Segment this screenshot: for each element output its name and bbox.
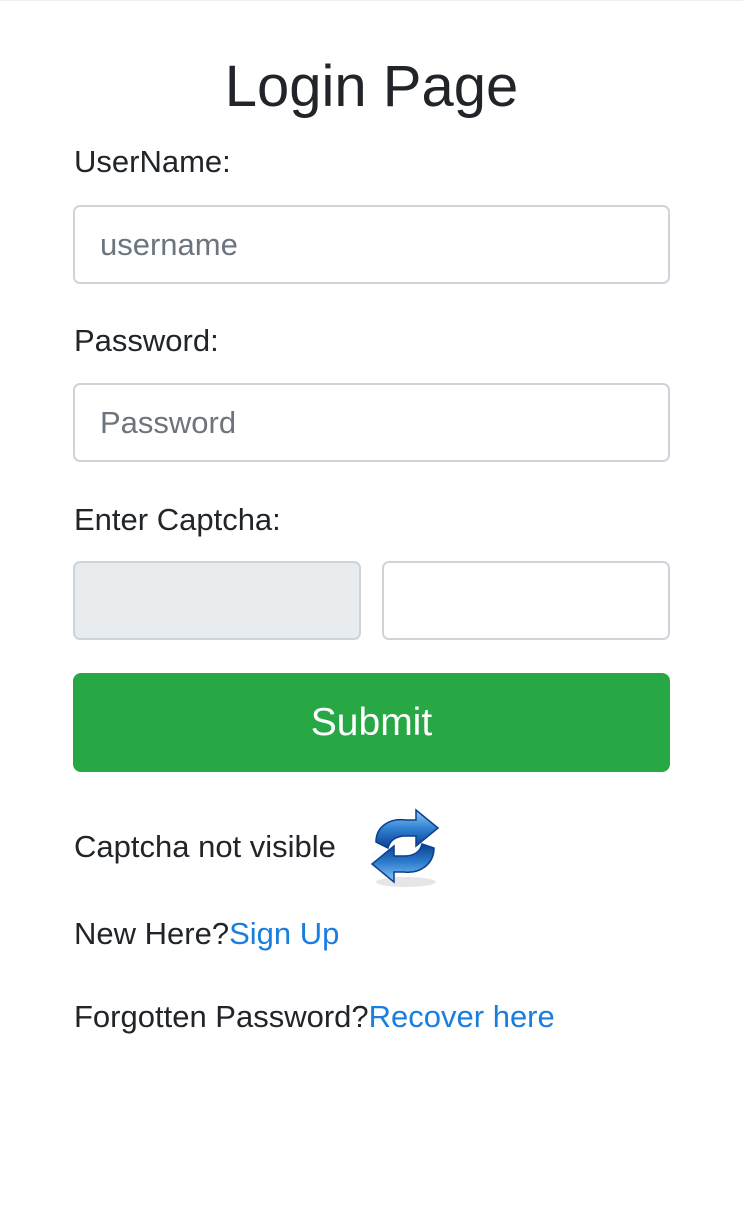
username-label: UserName: <box>74 144 231 179</box>
forgot-password-text: Forgotten Password? <box>74 999 369 1034</box>
captcha-display-field <box>73 561 361 640</box>
recover-link[interactable]: Recover here <box>369 999 555 1034</box>
captcha-label: Enter Captcha: <box>74 502 281 537</box>
new-here-line: New Here?Sign Up <box>74 914 339 954</box>
password-input[interactable] <box>73 383 670 462</box>
forgot-password-line: Forgotten Password?Recover here <box>74 997 555 1037</box>
submit-button[interactable]: Submit <box>73 673 670 772</box>
captcha-input[interactable] <box>382 561 670 640</box>
password-label: Password: <box>74 323 219 358</box>
new-here-text: New Here? <box>74 916 230 951</box>
top-divider <box>0 0 743 1</box>
refresh-icon[interactable] <box>364 804 446 890</box>
captcha-hint-text: Captcha not visible <box>74 829 336 864</box>
page-title: Login Page <box>224 54 519 119</box>
username-input[interactable] <box>73 205 670 284</box>
signup-link[interactable]: Sign Up <box>229 916 339 951</box>
